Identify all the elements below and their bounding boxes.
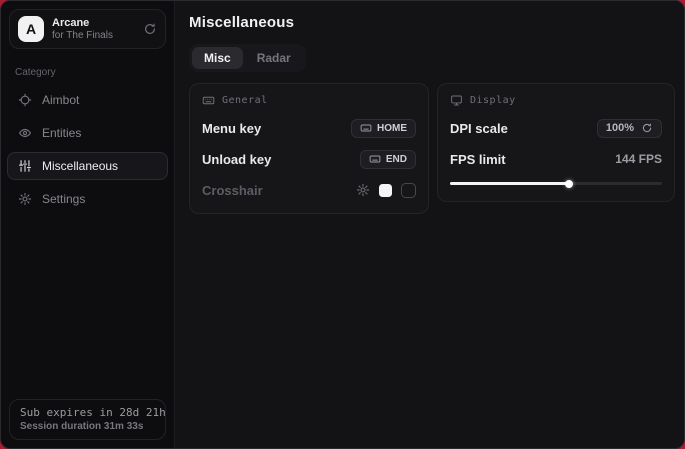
sub-expires-text: Sub expires in 28d 21h: [20, 406, 155, 419]
unload-key-row: Unload key END: [202, 149, 416, 169]
menu-key-row: Menu key HOME: [202, 118, 416, 138]
unload-key-value: END: [386, 154, 407, 165]
dpi-scale-row: DPI scale 100%: [450, 118, 662, 138]
sidebar-item-settings[interactable]: Settings: [7, 185, 168, 213]
sidebar-item-miscellaneous[interactable]: Miscellaneous: [7, 152, 168, 180]
brand-title: Arcane: [52, 17, 135, 29]
sidebar-item-label: Aimbot: [42, 93, 79, 107]
sidebar-item-aimbot[interactable]: Aimbot: [7, 86, 168, 114]
category-label: Category: [15, 67, 160, 78]
general-panel: General Menu key HOME: [189, 83, 429, 214]
brand-text: Arcane for The Finals: [52, 17, 135, 41]
crosshair-label: Crosshair: [202, 183, 263, 198]
panels-row: General Menu key HOME: [189, 83, 675, 214]
menu-key-value: HOME: [377, 123, 407, 134]
cycle-icon: [641, 122, 653, 134]
gear-icon: [18, 192, 32, 206]
menu-key-bind-button[interactable]: HOME: [351, 119, 416, 138]
fps-limit-slider[interactable]: [450, 178, 662, 188]
crosshair-row: Crosshair: [202, 180, 416, 200]
tab-bar: Misc Radar: [189, 44, 306, 72]
refresh-icon[interactable]: [143, 22, 157, 36]
general-panel-title: General: [222, 95, 268, 106]
unload-key-bind-button[interactable]: END: [360, 150, 416, 169]
subscription-info-card: Sub expires in 28d 21h Session duration …: [9, 399, 166, 440]
sidebar-item-label: Entities: [42, 126, 81, 140]
sliders-icon: [18, 159, 32, 173]
app-window: A Arcane for The Finals Category: [0, 0, 685, 449]
gear-icon[interactable]: [356, 183, 370, 197]
session-duration-text: Session duration 31m 33s: [20, 421, 155, 432]
brand-subtitle: for The Finals: [52, 30, 135, 41]
unload-key-label: Unload key: [202, 152, 271, 167]
keyboard-icon: [202, 94, 215, 107]
keyboard-icon: [360, 122, 372, 134]
fps-limit-row: FPS limit 144 FPS: [450, 149, 662, 169]
menu-key-label: Menu key: [202, 121, 261, 136]
brand-card: A Arcane for The Finals: [9, 9, 166, 49]
monitor-icon: [450, 94, 463, 107]
dpi-scale-value: 100%: [606, 122, 634, 134]
display-panel-header: Display: [450, 94, 662, 107]
sidebar-item-label: Settings: [42, 192, 85, 206]
eye-icon: [18, 126, 32, 140]
sidebar-nav: Aimbot Entities Miscella: [1, 86, 174, 213]
tab-radar[interactable]: Radar: [245, 47, 303, 69]
dpi-scale-label: DPI scale: [450, 121, 508, 136]
keyboard-icon: [369, 153, 381, 165]
fps-limit-label: FPS limit: [450, 152, 506, 167]
display-panel: Display DPI scale 100%: [437, 83, 675, 202]
main-content: Miscellaneous Misc Radar General: [175, 1, 685, 448]
crosshair-icon: [18, 93, 32, 107]
app-logo: A: [18, 16, 44, 42]
dpi-scale-selector[interactable]: 100%: [597, 119, 662, 138]
general-panel-header: General: [202, 94, 416, 107]
sidebar-item-label: Miscellaneous: [42, 159, 118, 173]
fps-limit-value: 144 FPS: [615, 152, 662, 166]
page-title: Miscellaneous: [189, 14, 675, 31]
fps-slider-fill: [450, 182, 569, 185]
display-panel-title: Display: [470, 95, 516, 106]
crosshair-checkbox[interactable]: [401, 183, 416, 198]
crosshair-color-swatch[interactable]: [379, 184, 392, 197]
sidebar: A Arcane for The Finals Category: [1, 1, 175, 448]
crosshair-controls: [356, 183, 416, 198]
sidebar-item-entities[interactable]: Entities: [7, 119, 168, 147]
tab-misc[interactable]: Misc: [192, 47, 243, 69]
fps-slider-thumb[interactable]: [565, 180, 573, 188]
